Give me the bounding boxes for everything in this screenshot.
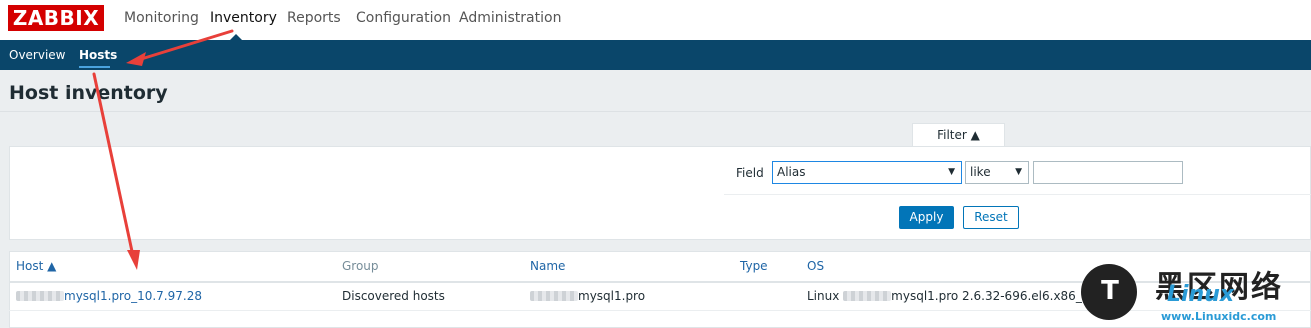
arrow-to-host-column-icon (92, 72, 140, 270)
linuxidc-watermark: T 黑区网络 Linux www.Linuxidc.com (1075, 262, 1311, 328)
arrow-to-hosts-icon (126, 29, 234, 66)
penguin-glyph-icon: T (1101, 276, 1119, 306)
watermark-url: www.Linuxidc.com (1161, 310, 1277, 323)
watermark-en-text: Linux (1167, 282, 1235, 307)
